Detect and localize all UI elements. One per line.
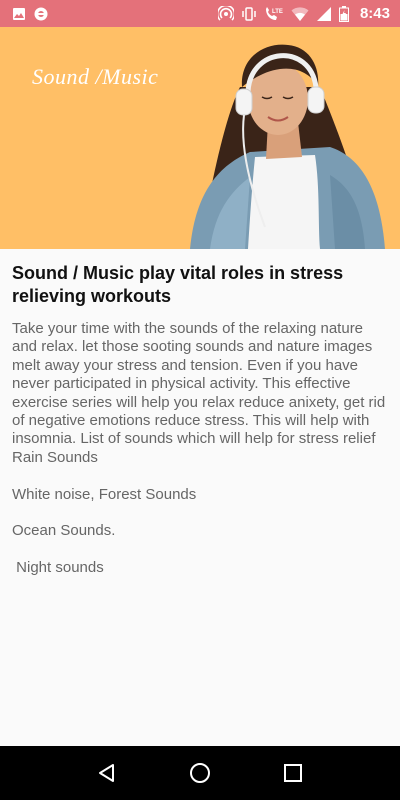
hero-banner: Sound /Music xyxy=(0,27,400,249)
record-icon xyxy=(34,7,48,21)
vibrate-icon xyxy=(241,6,257,22)
woman-with-headphones-image xyxy=(190,44,385,249)
image-icon xyxy=(12,7,26,21)
clock: 8:43 xyxy=(359,5,390,22)
hotspot-icon xyxy=(217,5,234,22)
back-icon[interactable] xyxy=(87,753,127,793)
status-bar: LTE 8:43 xyxy=(0,0,400,27)
system-nav-bar xyxy=(0,746,400,800)
battery-icon xyxy=(338,5,349,22)
svg-text:LTE: LTE xyxy=(272,9,283,15)
wifi-icon xyxy=(291,6,309,22)
hero-title: Sound /Music xyxy=(32,64,159,89)
recents-icon[interactable] xyxy=(273,753,313,793)
signal-icon xyxy=(316,6,332,22)
sound-item-night: Night sounds xyxy=(12,559,104,577)
article: Sound / Music play vital roles in stress… xyxy=(12,262,388,596)
article-body: Take your time with the sounds of the re… xyxy=(12,320,388,578)
lte-call-icon: LTE xyxy=(264,6,284,22)
article-heading: Sound / Music play vital roles in stress… xyxy=(12,263,344,306)
sound-item-ocean: Ocean Sounds. xyxy=(12,522,116,540)
article-paragraph: Take your time with the sounds of the re… xyxy=(12,320,386,448)
home-icon[interactable] xyxy=(180,753,220,793)
sound-item-forest: White noise, Forest Sounds xyxy=(12,485,197,503)
sound-item-rain: Rain Sounds xyxy=(12,448,98,466)
sound-list: Rain Sounds White noise, Forest Sounds O… xyxy=(12,449,388,578)
